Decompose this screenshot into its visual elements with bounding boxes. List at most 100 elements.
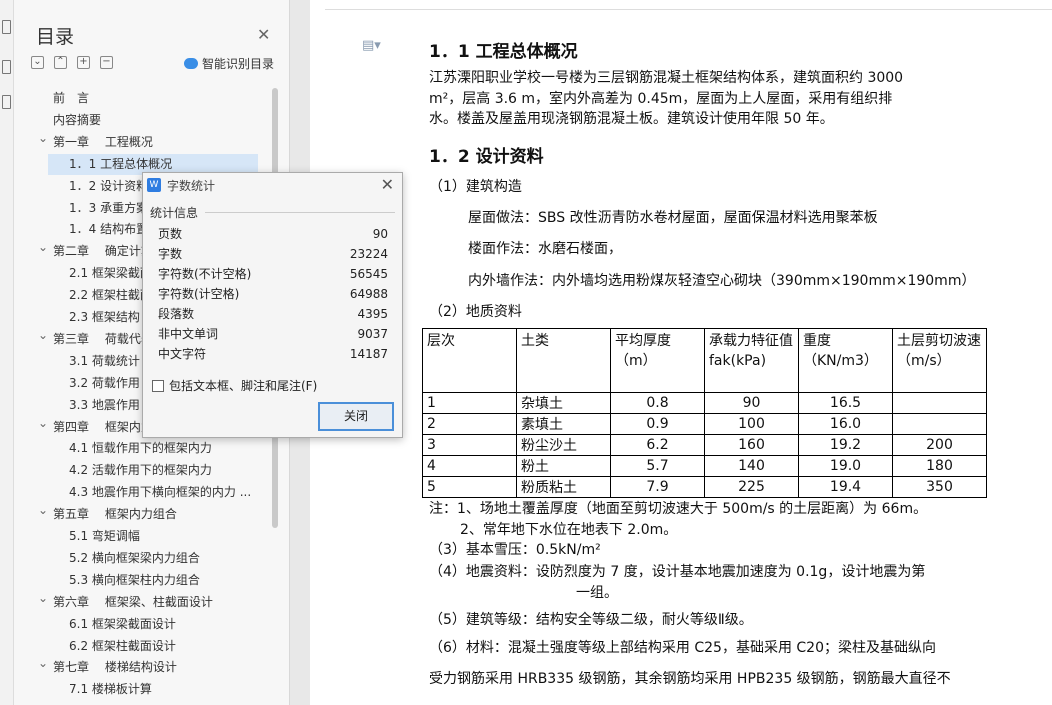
table-cell: 0.8 bbox=[610, 392, 705, 414]
toc-item[interactable]: 4.1 恒载作用下的框架内力 bbox=[69, 438, 212, 459]
toc-item[interactable]: 4.3 地震作用下横向框架的内力 ... bbox=[69, 482, 251, 503]
document-page: ▤▾ 1．1 工程总体概况 江苏溧阳职业学校一号楼为三层钢筋混凝土框架结构体系，… bbox=[310, 0, 1052, 705]
page-icon[interactable] bbox=[2, 95, 11, 109]
document-icon[interactable]: ▤▾ bbox=[362, 38, 381, 53]
toc-item[interactable]: 1．2 设计资料 bbox=[69, 176, 148, 197]
smart-toc-label: 智能识别目录 bbox=[202, 57, 275, 71]
table-cell: 6.2 bbox=[610, 434, 705, 456]
close-button[interactable]: 关闭 bbox=[318, 402, 394, 431]
close-icon[interactable]: ✕ bbox=[381, 175, 394, 194]
para-line: （6）材料：混凝土强度等级上部结构采用 C25，基础采用 C20；梁柱及基础纵向 bbox=[429, 640, 936, 656]
stat-label: 字符数(不计空格) bbox=[158, 267, 252, 281]
toc-item[interactable]: 5.3 横向框架柱内力组合 bbox=[69, 570, 200, 591]
table-cell: 2 bbox=[422, 413, 517, 435]
dialog-titlebar[interactable]: W 字数统计 bbox=[143, 173, 402, 197]
table-cell: 素填土 bbox=[516, 413, 611, 435]
table-cell: 杂填土 bbox=[516, 392, 611, 414]
table-header: 土层剪切波速（m/s） bbox=[892, 328, 987, 393]
table-cell: 200 bbox=[892, 434, 987, 456]
table-row: 2 素填土 0.9 100 16.0 bbox=[422, 413, 987, 435]
section-title: （1）建筑构造 bbox=[429, 179, 522, 195]
table-header: 层次 bbox=[422, 328, 517, 393]
table-header: 承载力特征值 fak(kPa) bbox=[704, 328, 799, 393]
table-cell: 粉质粘土 bbox=[516, 476, 611, 498]
para-line: （5）建筑等级：结构安全等级二级，耐火等级Ⅱ级。 bbox=[429, 612, 753, 628]
smart-toc-button[interactable]: 智能识别目录 bbox=[184, 55, 274, 72]
stat-label: 字数 bbox=[158, 247, 183, 261]
table-cell bbox=[892, 392, 987, 414]
toc-chapter[interactable]: 第五章 框架内力组合 bbox=[38, 500, 177, 525]
para-line: 屋面做法：SBS 改性沥青防水卷材屋面，屋面保温材料选用聚苯板 bbox=[468, 210, 878, 226]
table-cell: 0.9 bbox=[610, 413, 705, 435]
toc-item[interactable]: 2.3 框架结构 bbox=[69, 307, 140, 328]
table-cell: 7.9 bbox=[610, 476, 705, 498]
stat-row: 中文字符 14187 bbox=[158, 344, 388, 364]
toc-item[interactable]: 5.1 弯矩调幅 bbox=[69, 526, 140, 547]
table-cell: 16.0 bbox=[798, 413, 893, 435]
toc-chapter[interactable]: 第七章 楼梯结构设计 bbox=[38, 653, 177, 678]
toc-item[interactable]: 3.3 地震作用 bbox=[69, 395, 140, 416]
stat-value: 23224 bbox=[349, 247, 388, 261]
toc-item[interactable]: 1．4 结构布置 bbox=[69, 219, 148, 240]
toc-chapter[interactable]: 第一章 工程概况 bbox=[38, 128, 153, 153]
checkbox-icon[interactable] bbox=[152, 379, 164, 392]
toc-item[interactable]: 2.2 框架柱截面 bbox=[69, 285, 152, 306]
checkbox-label: 包括文本框、脚注和尾注(F) bbox=[169, 379, 318, 393]
close-icon[interactable]: ✕ bbox=[257, 25, 270, 44]
stat-value: 9037 bbox=[357, 327, 388, 341]
dialog-title: 字数统计 bbox=[167, 178, 216, 193]
para-line: 内外墙作法：内外墙均选用粉煤灰轻渣空心砌块（390mm×190mm×190mm） bbox=[468, 273, 976, 289]
toc-chapter[interactable]: 前 言 bbox=[53, 88, 89, 109]
table-cell bbox=[892, 413, 987, 435]
toc-title: 目录 bbox=[36, 26, 75, 48]
table-cell: 19.2 bbox=[798, 434, 893, 456]
remove-icon[interactable]: − bbox=[100, 56, 113, 69]
table-row: 4 粉土 5.7 140 19.0 180 bbox=[422, 455, 987, 477]
include-textbox-checkbox[interactable]: 包括文本框、脚注和尾注(F) bbox=[152, 377, 317, 394]
table-row: 3 粉尘沙土 6.2 160 19.2 200 bbox=[422, 434, 987, 456]
toc-chapter[interactable]: 内容摘要 bbox=[53, 110, 101, 131]
toc-item[interactable]: 6.1 框架梁截面设计 bbox=[69, 614, 176, 635]
toc-chapter[interactable]: 第六章 框架梁、柱截面设计 bbox=[38, 588, 213, 613]
toc-item[interactable]: 1．3 承重方案 bbox=[69, 198, 148, 219]
stat-label: 非中文单词 bbox=[158, 327, 219, 341]
add-icon[interactable]: + bbox=[77, 56, 90, 69]
table-cell: 3 bbox=[422, 434, 517, 456]
stat-value: 64988 bbox=[349, 287, 388, 301]
para-line: （4）地震资料：设防烈度为 7 度，设计基本地震加速度为 0.1g，设计地震为第 bbox=[429, 564, 926, 580]
table-header-row: 层次 土类 平均厚度（m） 承载力特征值 fak(kPa) 重度（KN/m3） … bbox=[422, 328, 987, 393]
stat-row: 段落数 4395 bbox=[158, 304, 388, 324]
table-cell: 粉土 bbox=[516, 455, 611, 477]
toc-item[interactable]: 2.1 框架梁截面 bbox=[69, 263, 152, 284]
stat-label: 页数 bbox=[158, 227, 183, 241]
stat-label: 段落数 bbox=[158, 307, 195, 321]
table-cell: 5 bbox=[422, 476, 517, 498]
collapse-all-icon[interactable]: ⌄ bbox=[31, 56, 44, 69]
nav-icon[interactable] bbox=[2, 20, 11, 34]
stat-row: 字符数(不计空格) 56545 bbox=[158, 264, 388, 284]
para-line: 江苏溧阳职业学校一号楼为三层钢筋混凝土框架结构体系，建筑面积约 3000 bbox=[429, 70, 904, 86]
table-row: 5 粉质粘土 7.9 225 19.4 350 bbox=[422, 476, 987, 498]
table-cell: 180 bbox=[892, 455, 987, 477]
bookmark-icon[interactable] bbox=[2, 60, 11, 74]
note-line: 2、常年地下水位在地表下 2.0m。 bbox=[460, 522, 678, 538]
table-cell: 19.4 bbox=[798, 476, 893, 498]
table-header: 土类 bbox=[516, 328, 611, 393]
note-line: 注：1、场地土覆盖厚度（地面至剪切波速大于 500m/s 的土层距离）为 66m… bbox=[429, 501, 928, 517]
table-cell: 350 bbox=[892, 476, 987, 498]
para-line: （3）基本雪压：0.5kN/m² bbox=[429, 542, 601, 558]
para-line: 楼面作法：水磨石楼面， bbox=[468, 241, 622, 257]
word-count-dialog: W 字数统计 ✕ 统计信息 页数 90 字数 23224 字符数(不计空格) 56545 字… bbox=[142, 172, 403, 438]
toc-item[interactable]: 4.2 活载作用下的框架内力 bbox=[69, 460, 212, 481]
toc-item[interactable]: 3.2 荷载作用 bbox=[69, 373, 140, 394]
heading-1-2: 1．2 设计资料 bbox=[429, 147, 544, 167]
table-cell: 90 bbox=[704, 392, 799, 414]
table-row: 1 杂填土 0.8 90 16.5 bbox=[422, 392, 987, 414]
toc-item[interactable]: 7.1 楼梯板计算 bbox=[69, 679, 152, 700]
stat-value: 90 bbox=[372, 227, 388, 241]
left-toolbar bbox=[0, 0, 14, 705]
toc-item[interactable]: 3.1 荷载统计 bbox=[69, 351, 140, 372]
expand-icon[interactable]: ⌃ bbox=[54, 56, 67, 69]
toc-item[interactable]: 6.2 框架柱截面设计 bbox=[69, 636, 176, 657]
toc-item[interactable]: 5.2 横向框架梁内力组合 bbox=[69, 548, 200, 569]
